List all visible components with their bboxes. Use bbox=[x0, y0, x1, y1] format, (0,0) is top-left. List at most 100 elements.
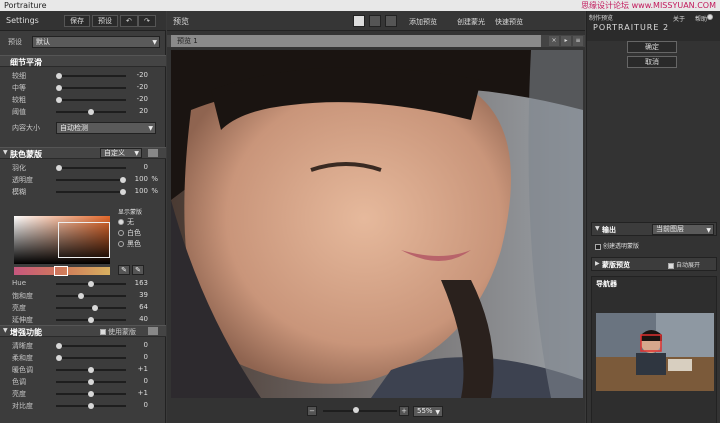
enhance-slider[interactable] bbox=[56, 391, 126, 397]
mask-radio-option[interactable]: 白色 bbox=[118, 228, 141, 238]
enhance-slider[interactable] bbox=[56, 367, 126, 373]
detail-slider[interactable] bbox=[56, 85, 126, 91]
use-mask-checkbox[interactable] bbox=[100, 329, 106, 335]
watermark: 思缘设计论坛 www.MISSYUAN.COM bbox=[581, 1, 716, 10]
zoom-in-icon[interactable]: + bbox=[399, 406, 409, 416]
create-mask-option[interactable]: 创建透明蒙版 bbox=[595, 241, 639, 250]
auto-expand-checkbox[interactable] bbox=[668, 262, 674, 269]
enhance-pick-icon[interactable] bbox=[148, 327, 158, 335]
color-selection-box[interactable] bbox=[58, 222, 110, 258]
skin-slider[interactable] bbox=[56, 189, 126, 195]
hsl-slider[interactable] bbox=[56, 293, 126, 299]
enhance-slider-knob[interactable] bbox=[88, 391, 94, 397]
mask-radio-option[interactable]: 无 bbox=[118, 217, 134, 227]
quick-preview-toggle[interactable]: 快速预览 bbox=[495, 17, 619, 27]
skin-mask-section-header[interactable]: ▼ 肤色蒙版 自定义 ▼ bbox=[0, 147, 166, 159]
save-button[interactable]: 保存 bbox=[64, 15, 90, 27]
skin-slider-knob[interactable] bbox=[120, 189, 126, 195]
single-view-icon[interactable] bbox=[353, 15, 365, 27]
undo-icon[interactable]: ↶ bbox=[120, 15, 138, 27]
hsl-slider-knob[interactable] bbox=[78, 293, 85, 299]
detail-slider-knob[interactable] bbox=[56, 97, 62, 103]
auto-expand-toggle[interactable]: 自动展开 bbox=[668, 260, 700, 269]
add-preview-button[interactable]: 添加预览 bbox=[409, 17, 437, 27]
create-mask-checkbox[interactable] bbox=[595, 243, 601, 250]
hsl-slider-knob[interactable] bbox=[88, 317, 94, 323]
skin-slider[interactable] bbox=[56, 177, 126, 183]
enhance-slider-knob[interactable] bbox=[56, 355, 62, 361]
detail-section-header[interactable]: 细节平滑 bbox=[0, 55, 166, 67]
zoom-slider-knob[interactable] bbox=[353, 407, 359, 413]
detail-row: 中等 -20 bbox=[0, 83, 166, 93]
split-vertical-icon[interactable] bbox=[385, 15, 397, 27]
help-link[interactable]: 帮助 bbox=[695, 14, 707, 23]
tab-preview-1[interactable]: 预览 1 bbox=[171, 35, 541, 47]
create-mask-button[interactable]: 创建蒙光 bbox=[457, 17, 485, 27]
enhance-section-header[interactable]: ▼ 增强功能 使用蒙版 bbox=[0, 325, 166, 337]
detail-slider[interactable] bbox=[56, 109, 126, 115]
use-mask-toggle[interactable]: 使用蒙版 bbox=[100, 327, 136, 337]
preset-select[interactable]: 默认 ▼ bbox=[32, 36, 160, 48]
enhance-label: 对比度 bbox=[12, 402, 33, 410]
output-title: 输出 bbox=[602, 226, 616, 234]
detail-slider-knob[interactable] bbox=[56, 73, 62, 79]
mask-preview-section-header[interactable]: ▶ 蒙版预览 自动展开 bbox=[591, 257, 717, 271]
zoom-slider[interactable] bbox=[323, 407, 397, 413]
radio-button[interactable] bbox=[118, 241, 124, 247]
mask-pick-icon[interactable] bbox=[148, 149, 158, 157]
output-select[interactable]: 当前图层 ▼ bbox=[652, 224, 714, 235]
radio-button[interactable] bbox=[118, 219, 124, 225]
detail-value: -20 bbox=[136, 71, 148, 79]
load-preset-button[interactable]: 预设 bbox=[92, 15, 118, 27]
detail-slider-knob[interactable] bbox=[88, 109, 94, 115]
enhance-slider-knob[interactable] bbox=[56, 343, 62, 349]
enhance-value: 0 bbox=[143, 377, 148, 385]
hsl-slider[interactable] bbox=[56, 305, 126, 311]
enhance-slider[interactable] bbox=[56, 355, 126, 361]
hsl-row: 饱和度 39 bbox=[0, 291, 166, 301]
ok-button[interactable]: 确定 bbox=[627, 41, 677, 53]
detail-slider[interactable] bbox=[56, 97, 126, 103]
hue-range-selector[interactable] bbox=[54, 266, 68, 276]
hsl-slider[interactable] bbox=[56, 317, 126, 323]
radio-button[interactable] bbox=[118, 230, 124, 236]
skin-slider[interactable] bbox=[56, 165, 126, 171]
mask-radio-option[interactable]: 黑色 bbox=[118, 239, 141, 249]
skin-slider-knob[interactable] bbox=[120, 177, 126, 183]
navigator-thumbnail[interactable] bbox=[596, 313, 714, 391]
eyedropper-minus-icon[interactable]: ✎ bbox=[132, 265, 144, 275]
skin-value: 100 bbox=[134, 175, 148, 183]
hsl-slider[interactable] bbox=[56, 281, 126, 287]
hsl-slider-knob[interactable] bbox=[88, 281, 94, 287]
hsl-slider-knob[interactable] bbox=[92, 305, 99, 311]
chevron-right-icon[interactable]: ▸ bbox=[561, 36, 571, 46]
enhance-slider-knob[interactable] bbox=[88, 379, 94, 385]
eyedropper-icon[interactable]: ✎ bbox=[118, 265, 130, 275]
zoom-out-icon[interactable]: − bbox=[307, 406, 317, 416]
detail-slider[interactable] bbox=[56, 73, 126, 79]
enhance-slider[interactable] bbox=[56, 379, 126, 385]
enhance-slider[interactable] bbox=[56, 403, 126, 409]
skin-value: 0 bbox=[143, 163, 148, 171]
enhance-slider[interactable] bbox=[56, 343, 126, 349]
menu-icon[interactable]: ≡ bbox=[573, 36, 583, 46]
skin-mode-select[interactable]: 自定义 ▼ bbox=[100, 148, 142, 158]
skin-slider-knob[interactable] bbox=[56, 165, 62, 171]
detail-slider-knob[interactable] bbox=[56, 85, 62, 91]
about-link[interactable]: 关于 bbox=[673, 14, 685, 23]
enhance-slider-knob[interactable] bbox=[88, 403, 94, 409]
content-size-select[interactable]: 自动检测 ▼ bbox=[56, 122, 156, 134]
detail-row: 较粗 -20 bbox=[0, 95, 166, 105]
zoom-select[interactable]: 55% ▼ bbox=[413, 406, 443, 417]
output-section-header[interactable]: ▼ 输出 当前图层 ▼ bbox=[591, 222, 717, 236]
redo-icon[interactable]: ↷ bbox=[138, 15, 156, 27]
hue-range-bar[interactable] bbox=[14, 266, 110, 276]
window-title: Portraiture bbox=[4, 1, 47, 10]
enhance-slider-knob[interactable] bbox=[88, 367, 94, 373]
skin-color-picker[interactable] bbox=[14, 216, 110, 264]
close-tab-icon[interactable]: × bbox=[549, 36, 559, 46]
make-preview-toggle[interactable]: 制作预览 bbox=[589, 13, 713, 22]
split-horizontal-icon[interactable] bbox=[369, 15, 381, 27]
portrait-photo[interactable] bbox=[171, 50, 583, 398]
cancel-button[interactable]: 取消 bbox=[627, 56, 677, 68]
